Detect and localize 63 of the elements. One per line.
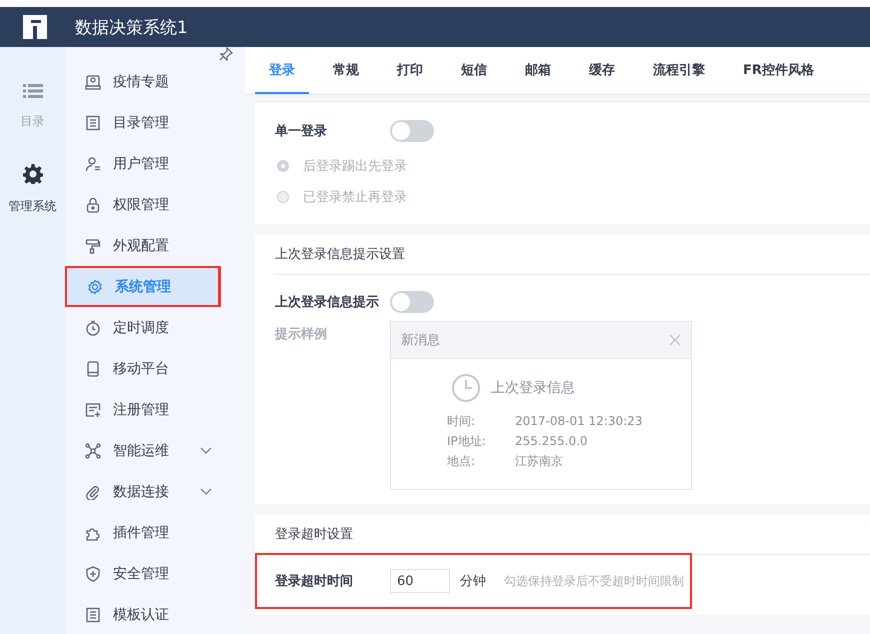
tab[interactable]: 缓存 (575, 47, 629, 94)
gear-icon (87, 278, 103, 294)
menu-item[interactable]: 移动平台 (65, 348, 234, 389)
info-key: IP地址: (447, 432, 515, 450)
info-value: 2017-08-01 12:30:23 (515, 414, 642, 428)
clock-icon (451, 373, 481, 403)
field-label: 提示样例 (275, 326, 328, 344)
phone-icon (85, 360, 101, 376)
field-label: 上次登录信息提示 (275, 294, 380, 311)
tab[interactable]: 打印 (383, 47, 437, 94)
rail-item[interactable]: 管理系统 (8, 164, 56, 215)
network-icon (85, 442, 101, 458)
lock-icon (85, 196, 101, 212)
radio-label: 后登录踢出先登录 (303, 158, 407, 174)
info-value: 255.255.0.0 (515, 434, 588, 448)
tab[interactable]: FR控件风格 (729, 47, 828, 94)
toggle-switch[interactable] (390, 120, 434, 142)
section-heading: 上次登录信息提示设置 (275, 234, 870, 275)
settings-icon (22, 164, 42, 184)
info-value: 江苏南京 (515, 452, 563, 470)
menu-item[interactable]: 插件管理 (65, 512, 234, 553)
field-label: 单一登录 (275, 123, 328, 140)
toggle-switch[interactable] (390, 291, 434, 313)
shield-icon (85, 566, 101, 582)
info-key: 地点: (447, 452, 515, 470)
menu-item[interactable]: 定时调度 (65, 307, 234, 348)
hint-text: 勾选保持登录后不受超时时间限制 (504, 572, 684, 590)
radio-label: 已登录禁止再登录 (303, 188, 407, 206)
unit-label: 分钟 (460, 573, 486, 590)
timer-icon (85, 320, 101, 336)
pin-icon[interactable] (219, 47, 233, 61)
menu-item[interactable]: 用户管理 (65, 143, 234, 184)
monitor-icon (85, 74, 101, 90)
tab[interactable]: 常规 (319, 47, 373, 94)
brush-icon (85, 238, 101, 254)
menu-item[interactable]: 安全管理 (65, 553, 234, 594)
user-icon (85, 156, 101, 172)
tab[interactable]: 邮箱 (511, 47, 565, 94)
register-icon (85, 402, 101, 418)
field-label: 登录超时时间 (275, 573, 354, 590)
menu-item[interactable]: 模板认证 (65, 594, 234, 634)
clip-icon (85, 484, 101, 500)
tab[interactable]: 登录 (255, 47, 309, 94)
menu-item[interactable]: 智能运维 (65, 430, 234, 471)
close-icon[interactable] (669, 334, 681, 346)
notification-headline: 上次登录信息 (491, 379, 575, 397)
menu-item[interactable]: 目录管理 (65, 102, 234, 143)
logo-icon (20, 13, 50, 41)
menu-item[interactable]: 注册管理 (65, 389, 234, 430)
menu-item[interactable]: 数据连接 (65, 471, 234, 512)
menu-item[interactable]: 权限管理 (65, 184, 234, 225)
menu-item[interactable]: 外观配置 (65, 225, 234, 266)
tab[interactable]: 短信 (447, 47, 501, 94)
timeout-input[interactable]: 60 (390, 569, 450, 593)
doc-icon (85, 114, 101, 130)
menu-item[interactable]: 疫情专题 (65, 61, 234, 102)
notification-title: 新消息 (401, 332, 440, 349)
section-heading: 登录超时设置 (275, 514, 870, 555)
doc-icon (85, 606, 101, 622)
app-title: 数据决策系统1 (75, 16, 188, 38)
list-icon (22, 83, 42, 99)
tab[interactable]: 流程引擎 (639, 47, 719, 94)
info-key: 时间: (447, 412, 515, 430)
